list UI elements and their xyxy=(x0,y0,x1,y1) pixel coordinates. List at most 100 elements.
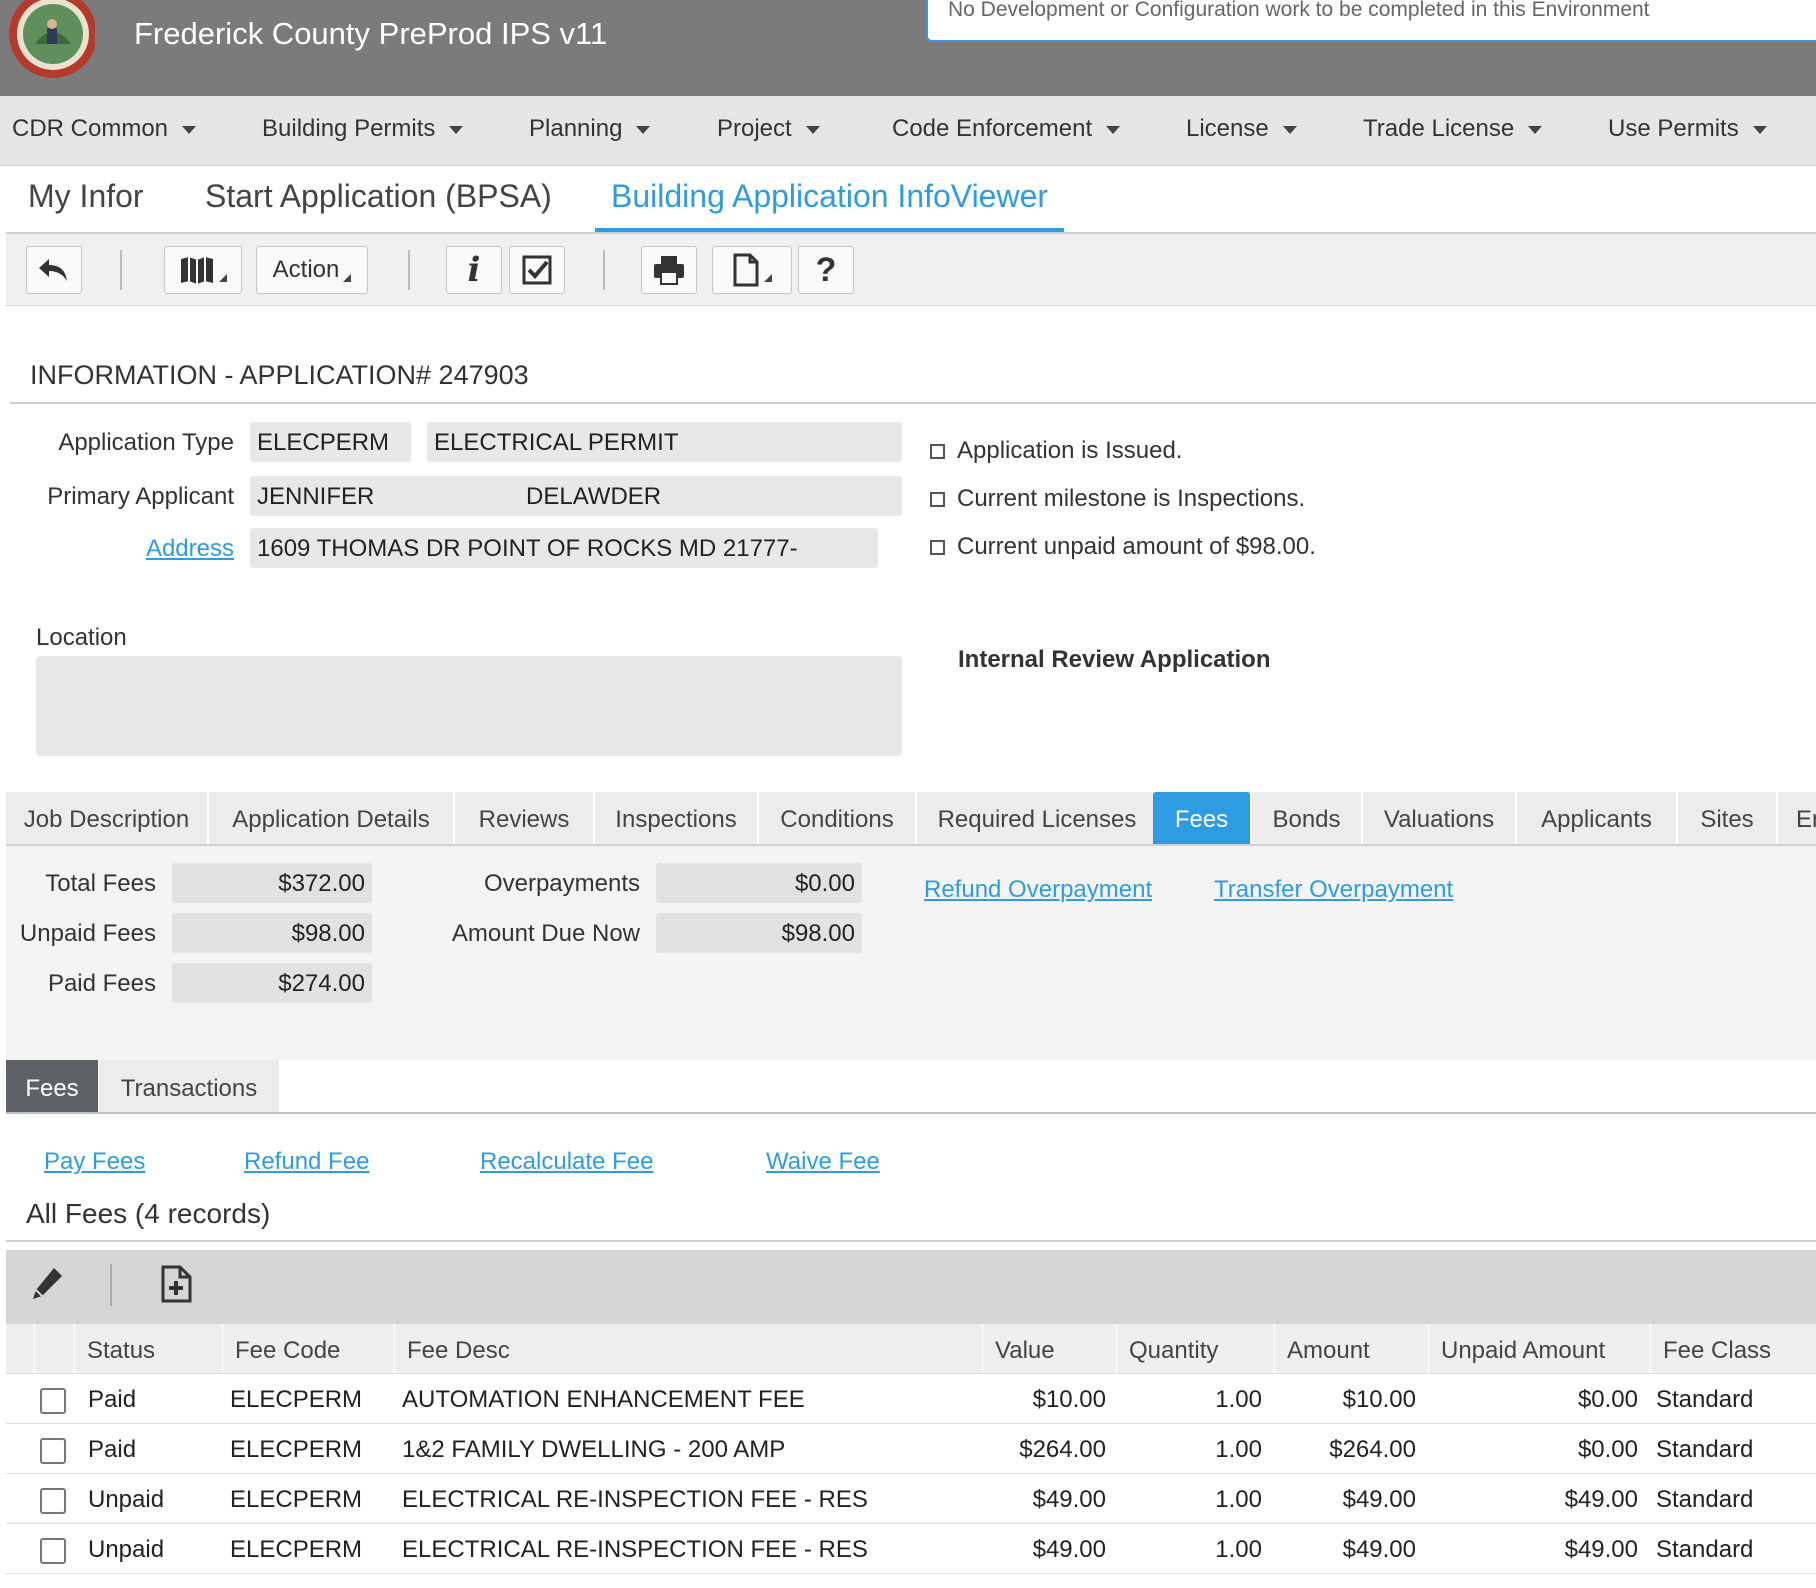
status-text: Current milestone is Inspections. xyxy=(957,485,1306,512)
tab-overflow[interactable]: En xyxy=(1778,792,1816,844)
pencil-edit-icon[interactable] xyxy=(30,1264,66,1304)
tab-my-infor[interactable]: My Infor xyxy=(28,178,144,232)
tab-bonds[interactable]: Bonds xyxy=(1252,792,1362,844)
table-row[interactable]: Unpaid ELECPERM ELECTRICAL RE-INSPECTION… xyxy=(6,1474,1816,1524)
menu-trade-license[interactable]: Trade License xyxy=(1363,115,1543,143)
document-icon xyxy=(733,253,759,287)
row-checkbox[interactable] xyxy=(40,1538,66,1564)
primary-applicant-label: Primary Applicant xyxy=(47,483,234,510)
menu-cdr-common[interactable]: CDR Common xyxy=(12,115,197,143)
toolbar-divider xyxy=(120,250,122,290)
refund-overpayment-link[interactable]: Refund Overpayment xyxy=(924,876,1152,904)
checklist-button[interactable] xyxy=(509,246,565,294)
application-type-desc-field: ELECTRICAL PERMIT xyxy=(427,422,902,462)
tab-conditions[interactable]: Conditions xyxy=(759,792,916,844)
cell-amount: $49.00 xyxy=(1342,1536,1416,1563)
detail-tabs: Job Description Application Details Revi… xyxy=(6,792,1816,846)
records-title: All Fees (4 records) xyxy=(26,1198,271,1229)
cell-quantity: 1.00 xyxy=(1215,1536,1262,1563)
menu-building-permits[interactable]: Building Permits xyxy=(262,115,464,143)
action-menu-button[interactable]: Action xyxy=(256,246,368,294)
cell-fee-code: ELECPERM xyxy=(230,1536,363,1563)
tab-application-details[interactable]: Application Details xyxy=(209,792,454,844)
map-menu-button[interactable] xyxy=(164,246,242,294)
county-seal-logo[interactable] xyxy=(5,0,95,80)
tab-fees[interactable]: Fees xyxy=(1153,792,1251,844)
applicant-last-name: DELAWDER xyxy=(526,483,662,510)
tab-building-application-infoviewer[interactable]: Building Application InfoViewer xyxy=(595,178,1065,232)
tab-inspections[interactable]: Inspections xyxy=(595,792,758,844)
subtab-transactions[interactable]: Transactions xyxy=(99,1060,279,1112)
grid-header: Status Fee Code Fee Desc Value Quantity … xyxy=(6,1324,1816,1374)
help-button[interactable]: ? xyxy=(798,246,854,294)
chevron-down-icon xyxy=(1752,125,1767,134)
cell-fee-code: ELECPERM xyxy=(230,1386,363,1413)
row-checkbox[interactable] xyxy=(40,1388,66,1414)
column-header-quantity[interactable]: Quantity xyxy=(1116,1324,1274,1374)
page-tabs: My Infor Start Application (BPSA) Buildi… xyxy=(6,166,1816,234)
menu-code-enforcement[interactable]: Code Enforcement xyxy=(892,115,1121,143)
column-header-fee-class[interactable]: Fee Class xyxy=(1650,1324,1816,1374)
menu-project[interactable]: Project xyxy=(717,115,820,143)
recalculate-fee-link[interactable]: Recalculate Fee xyxy=(480,1148,653,1176)
location-field xyxy=(36,656,902,756)
chevron-down-icon xyxy=(182,125,197,134)
tab-sites[interactable]: Sites xyxy=(1678,792,1777,844)
column-header-fee-desc[interactable]: Fee Desc xyxy=(394,1324,982,1374)
total-fees-label: Total Fees xyxy=(45,870,156,897)
table-row[interactable]: Paid ELECPERM 1&2 FAMILY DWELLING - 200 … xyxy=(6,1424,1816,1474)
toolbar-divider xyxy=(408,250,410,290)
status-text: Current unpaid amount of $98.00. xyxy=(957,533,1316,560)
cell-status: Paid xyxy=(88,1436,137,1463)
column-header-fee-code[interactable]: Fee Code xyxy=(222,1324,394,1374)
waive-fee-link[interactable]: Waive Fee xyxy=(766,1148,880,1176)
fees-sub-tabs: Fees Transactions xyxy=(6,1060,1816,1114)
menu-license[interactable]: License xyxy=(1186,115,1297,143)
menu-label: Code Enforcement xyxy=(892,115,1093,142)
cell-unpaid-amount: $0.00 xyxy=(1577,1386,1638,1413)
map-icon xyxy=(181,257,213,284)
address-field: 1609 THOMAS DR POINT OF ROCKS MD 21777- xyxy=(250,528,878,568)
table-row[interactable]: Unpaid ELECPERM ELECTRICAL RE-INSPECTION… xyxy=(6,1524,1816,1574)
cell-fee-desc: ELECTRICAL RE-INSPECTION FEE - RES xyxy=(402,1486,868,1513)
column-header-amount[interactable]: Amount xyxy=(1274,1324,1428,1374)
document-menu-button[interactable] xyxy=(712,246,792,294)
application-type-label: Application Type xyxy=(58,429,234,456)
column-header-unpaid-amount[interactable]: Unpaid Amount xyxy=(1428,1324,1650,1374)
cell-fee-code: ELECPERM xyxy=(230,1436,363,1463)
transfer-overpayment-link[interactable]: Transfer Overpayment xyxy=(1214,876,1453,904)
menu-label: Planning xyxy=(529,115,623,142)
column-header-status[interactable]: Status xyxy=(74,1324,222,1374)
column-header-value[interactable]: Value xyxy=(982,1324,1116,1374)
address-link[interactable]: Address xyxy=(100,535,234,563)
printer-icon xyxy=(654,256,684,285)
tab-start-application[interactable]: Start Application (BPSA) xyxy=(205,178,552,232)
main-toolbar: Action i ? xyxy=(6,234,1816,306)
section-title: INFORMATION - APPLICATION# 247903 xyxy=(30,360,529,390)
back-button[interactable] xyxy=(26,246,82,294)
subtab-fees[interactable]: Fees xyxy=(6,1060,98,1112)
info-button[interactable]: i xyxy=(446,246,502,294)
refund-fee-link[interactable]: Refund Fee xyxy=(244,1148,369,1176)
menu-planning[interactable]: Planning xyxy=(529,115,651,143)
main-menu: CDR Common Building Permits Planning Pro… xyxy=(0,96,1816,166)
row-checkbox[interactable] xyxy=(40,1488,66,1514)
tab-job-description[interactable]: Job Description xyxy=(6,792,208,844)
row-checkbox[interactable] xyxy=(40,1438,66,1464)
tab-valuations[interactable]: Valuations xyxy=(1363,792,1516,844)
tab-required-licenses[interactable]: Required Licenses xyxy=(917,792,1158,844)
status-unpaid: Current unpaid amount of $98.00. xyxy=(930,533,1316,561)
add-document-icon[interactable] xyxy=(160,1264,194,1304)
menu-label: Building Permits xyxy=(262,115,436,142)
square-bullet-icon xyxy=(930,539,945,555)
chevron-down-icon xyxy=(1106,125,1121,134)
tab-reviews[interactable]: Reviews xyxy=(455,792,594,844)
pay-fees-link[interactable]: Pay Fees xyxy=(44,1148,145,1176)
menu-label: Project xyxy=(717,115,792,142)
table-row[interactable]: Paid ELECPERM AUTOMATION ENHANCEMENT FEE… xyxy=(6,1374,1816,1424)
menu-use-permits[interactable]: Use Permits xyxy=(1608,115,1767,143)
dropdown-triangle-icon xyxy=(764,274,772,282)
print-button[interactable] xyxy=(641,246,697,294)
tab-applicants[interactable]: Applicants xyxy=(1517,792,1677,844)
undo-arrow-icon xyxy=(39,259,67,281)
